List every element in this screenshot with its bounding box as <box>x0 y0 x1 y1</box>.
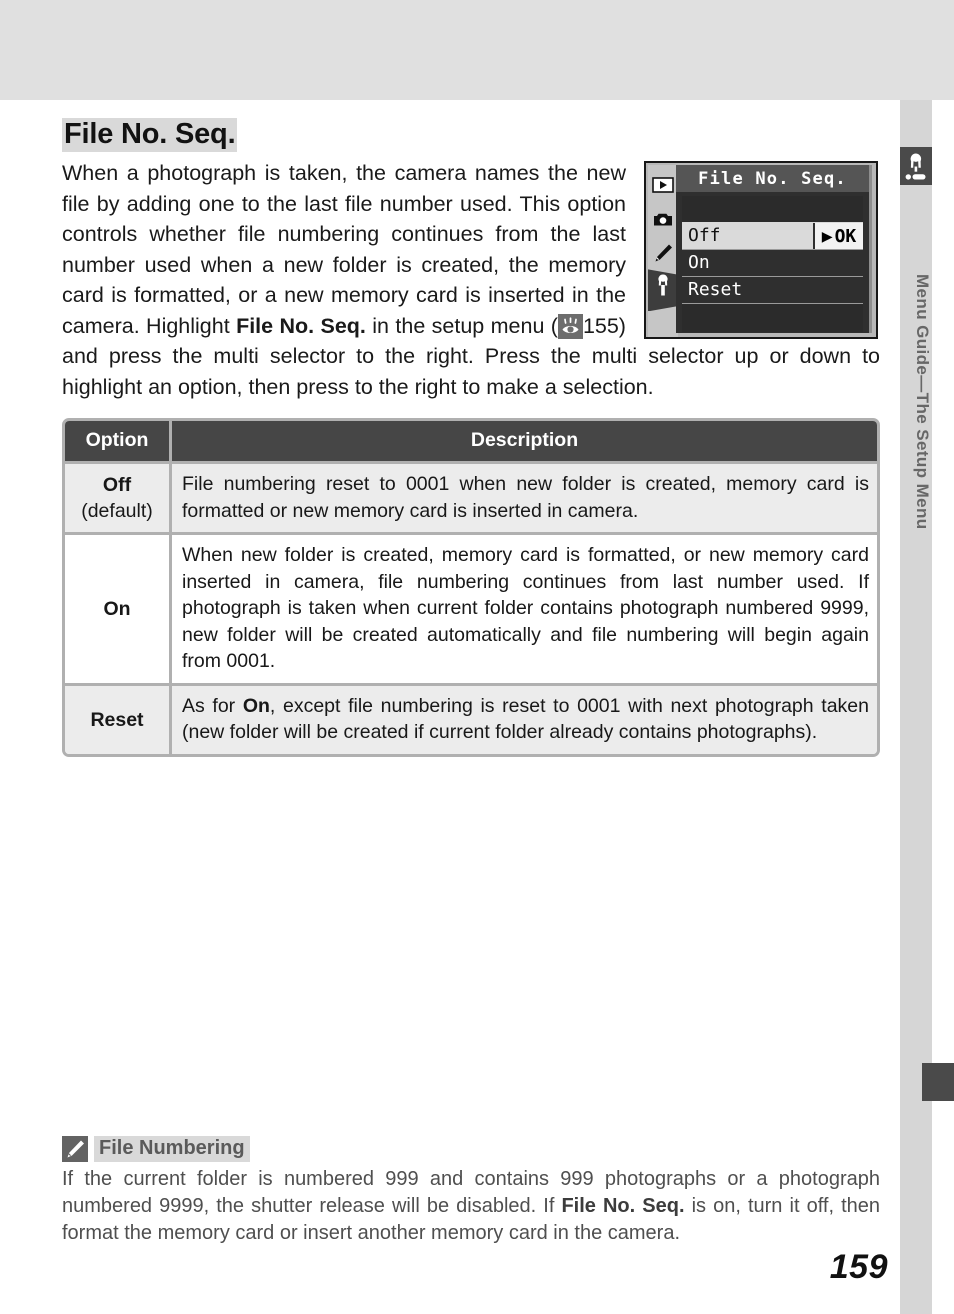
option-label-off: Off <box>102 474 132 497</box>
lcd-top-spacer <box>682 196 863 223</box>
table-header-row: Option Description <box>65 421 877 462</box>
table-header-option: Option <box>65 421 172 462</box>
footnote-block: File Numbering If the current folder is … <box>62 1136 882 1247</box>
table-cell-description-off: File numbering reset to 0001 when new fo… <box>172 461 877 533</box>
lcd-title: File No. Seq. <box>676 165 869 193</box>
lcd-option-on-label: On <box>688 252 710 274</box>
playback-icon <box>651 173 675 197</box>
lcd-option-list: Off ▶ OK On Reset <box>682 196 863 333</box>
option-label-on: On <box>103 598 131 621</box>
camera-lcd-figure: File No. Seq. Off ▶ OK On Reset <box>644 161 880 340</box>
lcd-option-reset-label: Reset <box>688 279 743 301</box>
desc-reset-post: , except file numbering is reset to 0001… <box>182 694 869 744</box>
table-header-description: Description <box>172 421 877 462</box>
page-title: File No. Seq. <box>62 118 238 153</box>
footnote-title: File Numbering <box>94 1136 250 1162</box>
shooting-camera-icon <box>651 207 675 231</box>
lcd-option-reset[interactable]: Reset <box>682 276 863 303</box>
option-label-reset: Reset <box>90 708 144 731</box>
intro-text-part1: When a photograph is taken, the camera n… <box>62 161 626 338</box>
top-header-band <box>0 0 954 100</box>
lcd-ok-badge[interactable]: ▶ OK <box>813 223 863 251</box>
main-content: File No. Seq. File No. Seq. Off ▶ OK On … <box>62 118 880 757</box>
footnote-body: If the current folder is numbered 999 an… <box>62 1166 880 1247</box>
intro-paragraph: File No. Seq. Off ▶ OK On Reset When a p… <box>62 158 880 402</box>
camera-lcd-screen: File No. Seq. Off ▶ OK On Reset <box>644 161 878 340</box>
lcd-body: File No. Seq. Off ▶ OK On Reset <box>676 165 872 334</box>
lcd-option-off[interactable]: Off ▶ OK <box>682 222 863 251</box>
table-row: Off (default) File numbering reset to 00… <box>65 461 877 533</box>
intro-text-part2: in the setup menu ( <box>365 313 558 338</box>
options-table: Option Description Off (default) File nu… <box>62 418 880 757</box>
option-default-tag: (default) <box>81 500 153 523</box>
footnote-body-bold: File No. Seq. <box>561 1195 685 1217</box>
sidebar-section-title: Menu Guide—The Setup Menu <box>913 274 932 530</box>
sidebar-page-tab-marker <box>922 1063 954 1101</box>
table-cell-option-reset: Reset <box>65 682 172 754</box>
table-cell-option-on: On <box>65 532 172 683</box>
lcd-ok-label: OK <box>834 225 857 247</box>
setup-wrench-icon-lcd <box>651 273 675 297</box>
lcd-option-off-label: Off <box>688 225 721 247</box>
page-number: 159 <box>829 1248 888 1286</box>
footnote-header: File Numbering <box>62 1136 882 1162</box>
desc-reset-pre: As for <box>182 694 243 717</box>
intro-bold-term: File No. Seq. <box>236 313 366 338</box>
lcd-menu-icon-column <box>648 165 682 338</box>
desc-reset-bold: On <box>242 694 270 717</box>
lcd-bottom-spacer <box>682 303 863 333</box>
lcd-option-on[interactable]: On <box>682 249 863 276</box>
custom-pencil-icon <box>651 241 675 265</box>
table-cell-description-reset: As for On, except file numbering is rese… <box>172 682 877 754</box>
table-row: Reset As for On, except file numbering i… <box>65 682 877 754</box>
lcd-ok-arrow-icon: ▶ <box>821 225 833 247</box>
table-row: On When new folder is created, memory ca… <box>65 532 877 683</box>
table-cell-description-on: When new folder is created, memory card … <box>172 532 877 683</box>
table-cell-option-off: Off (default) <box>65 461 172 533</box>
see-also-eye-icon <box>557 313 583 339</box>
setup-wrench-icon <box>900 147 932 185</box>
pencil-note-icon <box>62 1136 88 1162</box>
